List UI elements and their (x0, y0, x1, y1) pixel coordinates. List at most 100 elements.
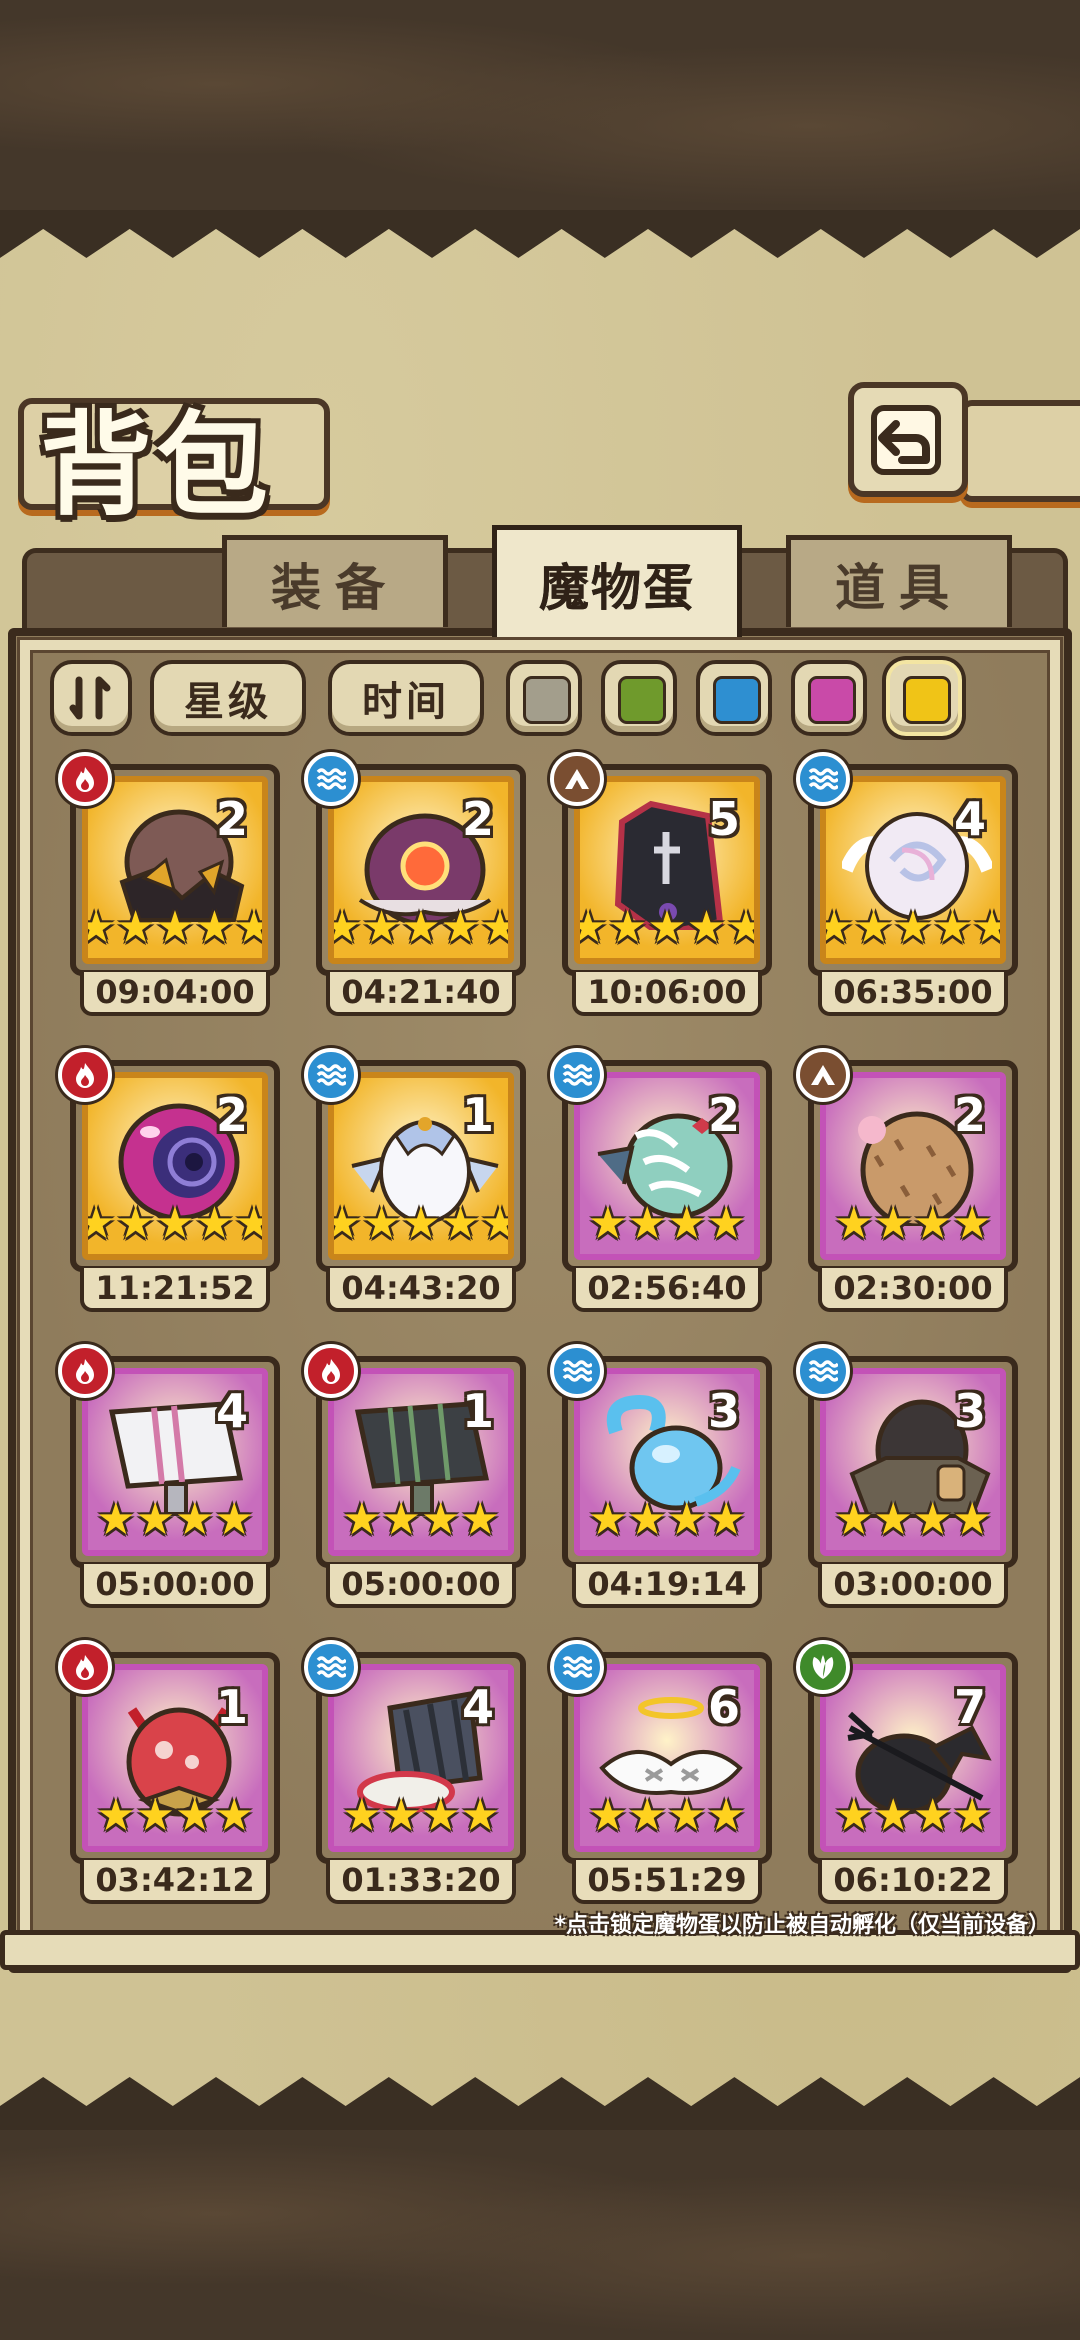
star-icon: ★ (834, 1494, 874, 1545)
lock-hint-text: *点击锁定魔物蛋以防止被自动孵化（仅当前设备） (554, 1913, 1050, 1938)
sort-by-star-button[interactable]: 星级 (150, 660, 306, 736)
star-icon: ★ (667, 1198, 707, 1249)
bottom-wood-band (0, 2130, 1080, 2340)
tab-monster-eggs[interactable]: 魔物蛋 (492, 525, 742, 637)
hatch-timer: 04:19:14 (572, 1564, 762, 1608)
tab-label: 魔物蛋 (539, 558, 695, 617)
star-icon: ★ (214, 1494, 254, 1545)
egg-card[interactable]: 2★★★★★04:21:40 (304, 752, 526, 1019)
star-icon: ★ (88, 1202, 116, 1246)
hatch-timer: 06:10:22 (818, 1860, 1008, 1904)
egg-card[interactable]: 4★★★★★ 06:35:00 (796, 752, 1018, 1019)
filter-yellow-button[interactable] (886, 660, 962, 736)
egg-card[interactable]: 3 ★ ★ ★ ★ 04:19:14 (550, 1344, 772, 1611)
hatch-timer: 02:56:40 (572, 1268, 762, 1312)
star-icon: ★ (440, 902, 481, 953)
hatch-timer: 05:51:29 (572, 1860, 762, 1904)
star-rating: ★ ★ ★ ★ (580, 1202, 754, 1246)
egg-card[interactable]: 1 ★ ★ ★ ★ 05:00:00 (304, 1344, 526, 1611)
star-icon: ★ (214, 1790, 254, 1841)
star-icon: ★ (460, 1790, 500, 1841)
egg-card[interactable]: 1 ★ ★ ★ ★ 03:42:12 (58, 1640, 280, 1907)
star-icon: ★ (361, 902, 402, 953)
card-inner: 4★★★★★ (820, 776, 1006, 964)
star-icon: ★ (342, 1790, 382, 1841)
star-icon: ★ (480, 906, 508, 950)
water-element-icon (550, 1048, 604, 1102)
egg-card[interactable]: 5★★★★★10:06:00 (550, 752, 772, 1019)
star-icon: ★ (155, 1198, 195, 1249)
egg-card[interactable]: 7 ★ ★ ★ ★ 06:10:22 (796, 1640, 1018, 1907)
back-button[interactable] (848, 382, 968, 497)
hatch-timer: 05:00:00 (326, 1564, 516, 1608)
tab-items[interactable]: 道具 (786, 535, 1012, 627)
card-inner: 2 ★ ★ ★ ★ (574, 1072, 760, 1260)
star-icon: ★ (96, 1494, 136, 1545)
card-inner: 5★★★★★ (574, 776, 760, 964)
egg-count: 6 (707, 1680, 740, 1734)
star-icon: ★ (706, 1494, 746, 1545)
egg-card[interactable]: 4 ★ ★ ★ ★ 01:33:20 (304, 1640, 526, 1907)
egg-count: 1 (461, 1384, 494, 1438)
egg-card[interactable]: 2 ★ ★ ★ ★ 02:30:00 (796, 1048, 1018, 1315)
card-inner: 2★★★★★ (328, 776, 514, 964)
card-inner: 1 ★ ★ ★ ★ (82, 1664, 268, 1852)
star-icon: ★ (175, 1494, 215, 1545)
egg-card[interactable]: 3 ★ ★ ★ ★ 03:00:00 (796, 1344, 1018, 1611)
hatch-timer: 02:30:00 (818, 1268, 1008, 1312)
card-inner: 2 ★ ★ ★ ★ (820, 1072, 1006, 1260)
star-icon: ★ (135, 1790, 175, 1841)
star-icon: ★ (194, 902, 235, 953)
filter-pink-button[interactable] (791, 660, 867, 736)
egg-count: 2 (215, 1088, 248, 1142)
filter-gray-button[interactable] (506, 660, 582, 736)
star-icon: ★ (913, 1790, 953, 1841)
back-rail (960, 400, 1080, 502)
star-icon: ★ (115, 902, 156, 953)
star-icon: ★ (686, 902, 727, 953)
egg-card[interactable]: 6 ★ ★ ★ ★ 05:51:29 (550, 1640, 772, 1907)
water-element-icon (796, 1344, 850, 1398)
sort-by-time-button[interactable]: 时间 (328, 660, 484, 736)
star-icon: ★ (155, 902, 195, 953)
tab-equipment[interactable]: 装备 (222, 535, 448, 627)
star-icon: ★ (893, 902, 933, 953)
star-icon: ★ (460, 1494, 500, 1545)
star-rating: ★★★★★ (334, 906, 508, 950)
water-element-icon (550, 1344, 604, 1398)
star-icon: ★ (913, 1494, 953, 1545)
star-icon: ★ (667, 1494, 707, 1545)
star-rating: ★★★★★ (88, 906, 262, 950)
egg-card[interactable]: 4 ★ ★ ★ ★ 05:00:00 (58, 1344, 280, 1611)
star-icon: ★ (588, 1494, 628, 1545)
sort-order-button[interactable] (50, 660, 132, 736)
egg-card[interactable]: 2 ★ ★ ★ ★ 02:56:40 (550, 1048, 772, 1315)
star-icon: ★ (361, 1198, 402, 1249)
star-icon: ★ (706, 1198, 746, 1249)
egg-card[interactable]: 1★★★★★04:43:20 (304, 1048, 526, 1315)
star-icon: ★ (627, 1790, 667, 1841)
star-icon: ★ (580, 906, 608, 950)
earth-element-icon (796, 1048, 850, 1102)
fire-element-icon (58, 1344, 112, 1398)
filter-blue-button[interactable] (696, 660, 772, 736)
filter-green-button[interactable] (601, 660, 677, 736)
star-icon: ★ (381, 1790, 421, 1841)
water-element-icon (550, 1640, 604, 1694)
star-icon: ★ (588, 1790, 628, 1841)
star-rating: ★ ★ ★ ★ (580, 1498, 754, 1542)
star-icon: ★ (834, 1790, 874, 1841)
egg-card[interactable]: 2★★★★★11:21:52 (58, 1048, 280, 1315)
tab-label: 装备 (271, 558, 399, 617)
star-icon: ★ (873, 1494, 913, 1545)
star-rating: ★ ★ ★ ★ (334, 1498, 508, 1542)
star-icon: ★ (873, 1790, 913, 1841)
egg-count: 1 (461, 1088, 494, 1142)
star-icon: ★ (421, 1790, 461, 1841)
hatch-timer: 06:35:00 (818, 972, 1008, 1016)
star-icon: ★ (421, 1494, 461, 1545)
page-title: 背包 (40, 400, 272, 531)
egg-card[interactable]: 2★★★★★09:04:00 (58, 752, 280, 1019)
fire-element-icon (58, 752, 112, 806)
fire-element-icon (304, 1344, 358, 1398)
